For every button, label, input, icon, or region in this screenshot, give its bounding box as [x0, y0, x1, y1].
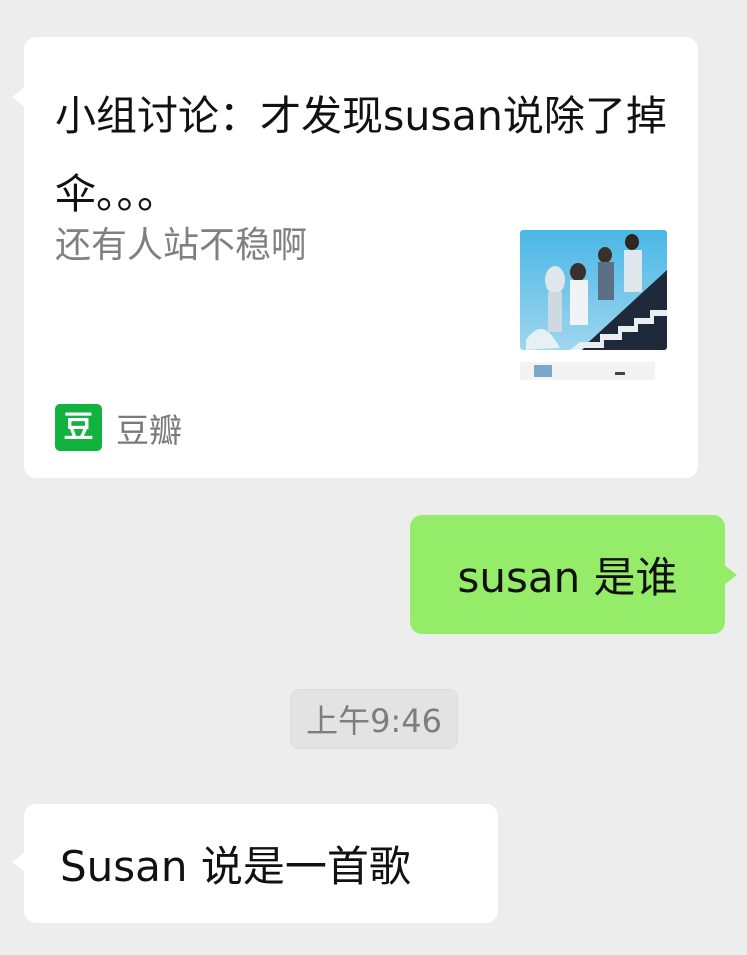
douban-icon-glyph: 豆: [63, 409, 94, 445]
sent-message-bubble[interactable]: susan 是谁: [410, 515, 737, 634]
link-card-title: 小组讨论：才发现susan说除了掉伞。。。: [55, 92, 667, 218]
strip-dash: [615, 372, 625, 375]
received-message-bubble[interactable]: Susan 说是一首歌: [12, 804, 498, 923]
strip-image: [534, 365, 552, 377]
message-timestamp: 上午9:46: [290, 689, 458, 749]
sent-message-text: susan 是谁: [457, 553, 678, 602]
link-card-source: 豆 豆瓣: [55, 404, 182, 451]
link-card-description: 还有人站不稳啊: [55, 225, 308, 266]
shared-link-card[interactable]: 小组讨论：才发现susan说除了掉伞。。。 还有人站不稳啊 豆 豆瓣: [12, 37, 698, 478]
link-card-thumbnail: [520, 230, 667, 350]
link-card-source-name: 豆瓣: [116, 410, 182, 450]
link-card-thumbnail-strip: [520, 362, 655, 380]
douban-icon: 豆: [55, 404, 102, 451]
received-message-text: Susan 说是一首歌: [60, 842, 411, 891]
